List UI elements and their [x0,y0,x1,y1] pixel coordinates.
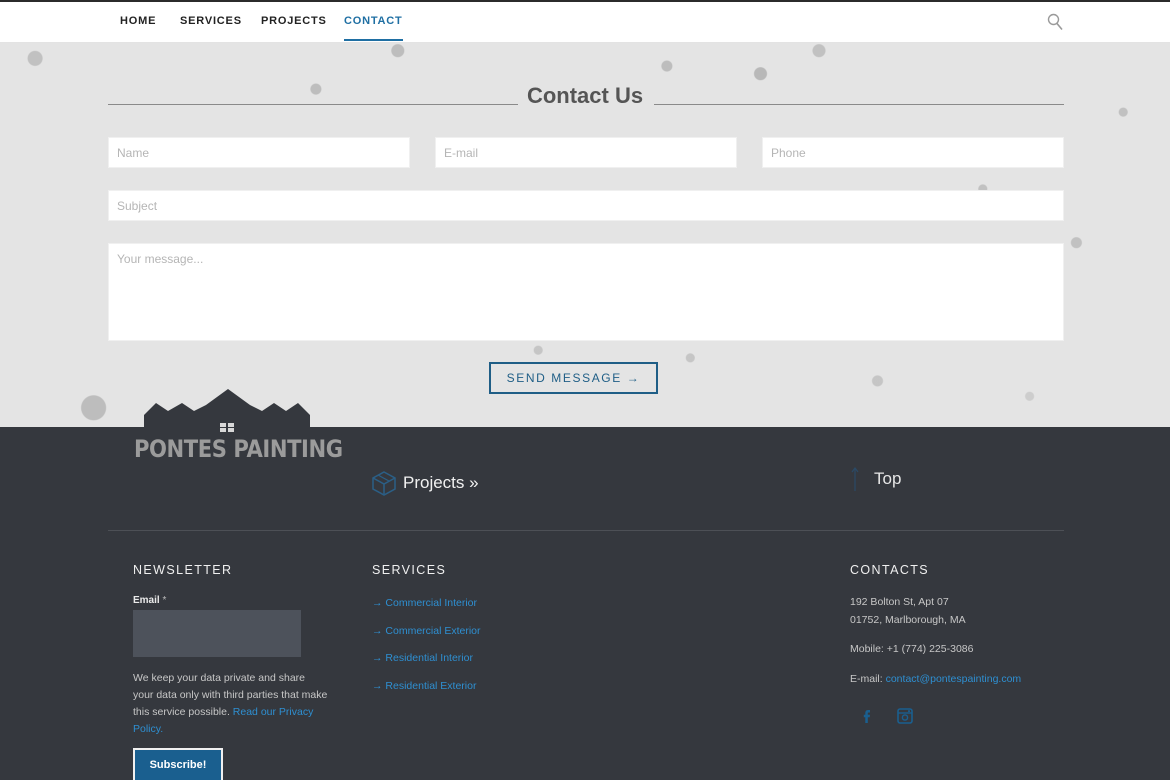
house-silhouette-icon [144,389,310,435]
nav-projects[interactable]: PROJECTS [261,15,327,41]
projects-link-label: Projects » [403,473,479,492]
send-message-button[interactable]: SEND MESSAGE → [489,362,658,394]
email-input[interactable] [435,137,737,168]
arrow-up-icon [851,467,859,491]
service-link-residential-interior[interactable]: → Residential Interior [372,652,473,664]
newsletter-email-label: Email * [133,595,166,606]
pontes-painting-logo[interactable]: PONTES PAINTING [134,389,343,467]
name-input[interactable] [108,137,410,168]
phone-input[interactable] [762,137,1064,168]
privacy-notice: We keep your data private and share your… [133,670,328,738]
required-mark: * [162,595,167,606]
cube-icon [372,471,396,496]
subscribe-button[interactable]: Subscribe! [133,748,223,780]
service-link-residential-exterior[interactable]: → Residential Exterior [372,680,476,692]
contact-address-line2: 01752, Marlborough, MA [850,614,966,626]
search-icon[interactable] [1047,13,1063,31]
contact-mobile: Mobile: +1 (774) 225-3086 [850,643,974,655]
contact-address-line1: 192 Bolton St, Apt 07 [850,596,949,608]
facebook-icon[interactable] [857,706,877,726]
services-title: SERVICES [372,563,447,577]
instagram-icon[interactable] [895,706,915,726]
logo-text: PONTES PAINTING [134,435,343,463]
newsletter-email-input[interactable] [133,610,301,657]
top-link-label: Top [874,469,902,488]
contact-section: Contact Us SEND MESSAGE → [0,43,1170,427]
nav-home[interactable]: HOME [120,15,156,41]
top-navigation: HOME SERVICES PROJECTS CONTACT [0,2,1170,43]
email-prefix: E-mail: [850,673,883,685]
back-to-top-link[interactable]: Top [850,465,901,493]
subject-input[interactable] [108,190,1064,221]
email-label-text: Email [133,595,160,606]
nav-services[interactable]: SERVICES [180,15,242,41]
contacts-title: CONTACTS [850,563,930,577]
projects-link[interactable]: Projects » [371,468,479,498]
newsletter-title: NEWSLETTER [133,563,233,577]
contact-title: Contact Us [526,83,644,108]
service-link-commercial-exterior[interactable]: → Commercial Exterior [372,625,481,637]
message-textarea[interactable] [108,243,1064,341]
contact-email-link[interactable]: contact@pontespainting.com [886,673,1022,685]
contact-email: E-mail: contact@pontespainting.com [850,670,1021,688]
footer-divider [108,530,1064,531]
nav-contact[interactable]: CONTACT [344,15,403,41]
service-link-commercial-interior[interactable]: → Commercial Interior [372,597,477,609]
